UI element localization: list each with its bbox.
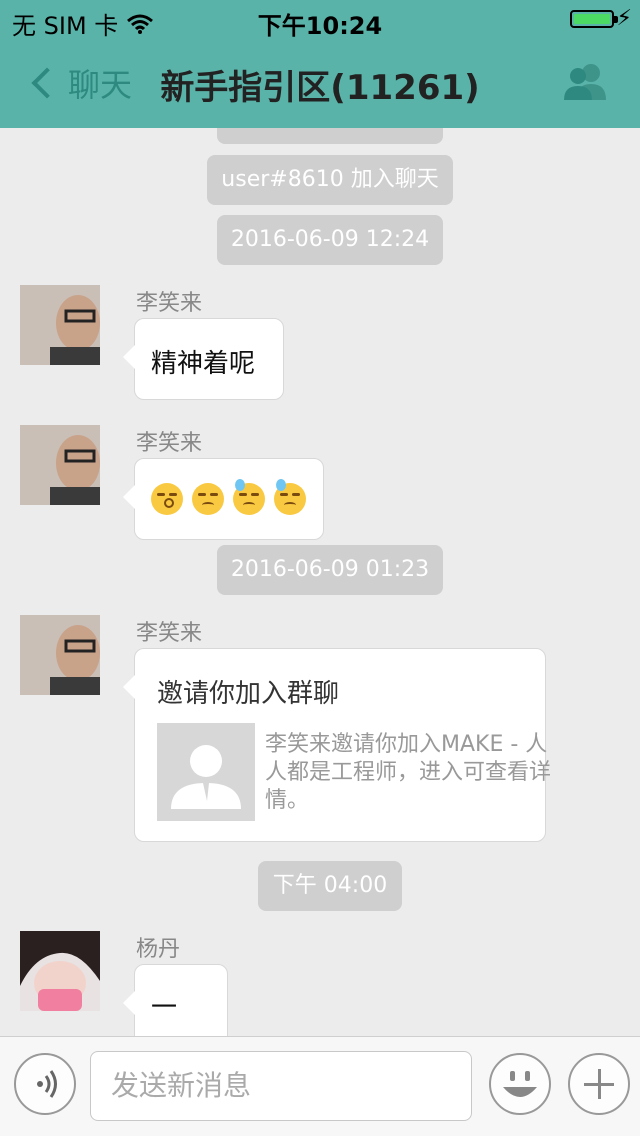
battery-icon: [570, 10, 618, 28]
invite-description: 李笑来邀请你加入MAKE - 人人都是工程师，进入可查看详情。: [265, 732, 552, 813]
timestamp: 2016-06-09 01:23: [217, 545, 443, 595]
emoji-row: [151, 479, 310, 515]
sender-name: 李笑来: [136, 621, 203, 646]
avatar[interactable]: [20, 285, 100, 365]
status-bar: 无 SIM 卡 下午10:24 ⚡: [0, 0, 640, 40]
default-avatar-icon: [171, 745, 241, 809]
voice-icon: [37, 1070, 57, 1098]
sender-name: 杨丹: [136, 937, 181, 962]
message-text: 一: [151, 993, 178, 1023]
user-photo: [20, 931, 100, 1011]
avatar[interactable]: [20, 425, 100, 505]
sweat-face-icon: [233, 479, 266, 515]
sender-name: 李笑来: [136, 431, 203, 456]
nav-bar: 聊天 新手指引区(11261): [0, 40, 640, 128]
group-members-icon[interactable]: [560, 62, 610, 102]
avatar[interactable]: [20, 615, 100, 695]
kissing-face-icon: [151, 483, 183, 515]
invite-title: 邀请你加入群聊: [157, 679, 340, 709]
message-text: 精神着呢: [151, 349, 256, 379]
message-bubble[interactable]: [123, 458, 324, 540]
input-bar: 发送新消息: [0, 1036, 640, 1136]
user-photo: [20, 425, 100, 505]
sender-name: 李笑来: [136, 291, 203, 316]
user-photo: [20, 615, 100, 695]
message-bubble[interactable]: 一: [123, 964, 228, 1036]
system-message-clipped: [217, 128, 443, 144]
group-invite-card[interactable]: 邀请你加入群聊 李笑来邀请你加入MAKE - 人人都是工程师，进入可查看详情。: [123, 648, 551, 842]
avatar[interactable]: [20, 931, 100, 1011]
system-message: user#8610 加入聊天: [207, 155, 453, 205]
message-bubble[interactable]: 精神着呢: [123, 318, 284, 400]
charging-icon: ⚡: [616, 6, 632, 31]
user-photo: [20, 285, 100, 365]
disappointed-face-icon: [192, 483, 225, 515]
timestamp: 下午 04:00: [258, 861, 402, 911]
invite-thumbnail: [157, 723, 255, 821]
clock: 下午10:24: [257, 12, 383, 40]
timestamp: 2016-06-09 12:24: [217, 215, 443, 265]
sweat-face-icon: [274, 479, 307, 515]
smiley-icon: [503, 1071, 537, 1097]
emoji-button[interactable]: [489, 1053, 551, 1115]
voice-button[interactable]: [14, 1053, 76, 1115]
chat-area[interactable]: user#8610 加入聊天 2016-06-09 12:24 李笑来 精神着呢…: [0, 128, 640, 1036]
page-title: 新手指引区(11261): [160, 68, 480, 108]
message-input[interactable]: 发送新消息: [90, 1051, 472, 1121]
more-button[interactable]: [568, 1053, 630, 1115]
